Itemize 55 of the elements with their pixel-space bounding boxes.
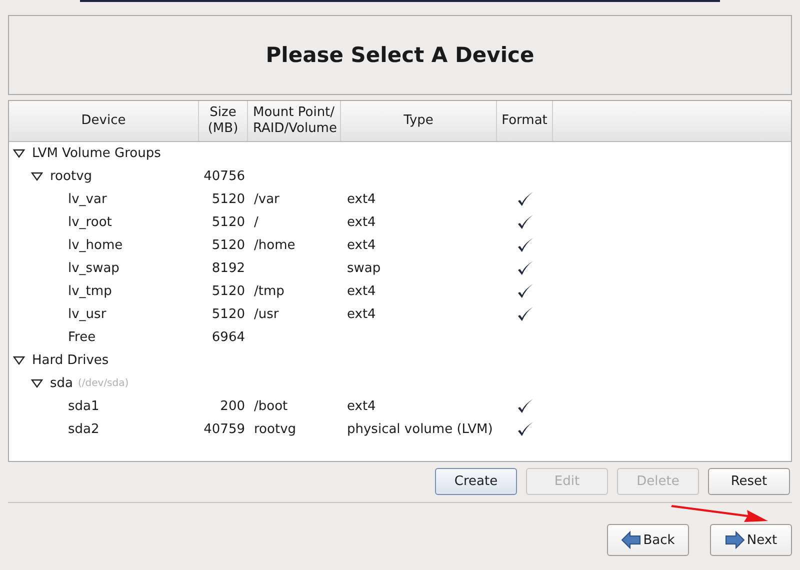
table-cell: 8192	[212, 261, 245, 276]
table-cell: 5120	[212, 307, 245, 322]
column-header[interactable]: Mount Point/ RAID/Volume	[248, 101, 341, 141]
table-cell: /home	[254, 238, 296, 253]
device-name: sda2	[68, 422, 100, 437]
device-name: lv_usr	[68, 307, 106, 322]
action-button[interactable]: Reset	[708, 468, 790, 495]
device-name: lv_swap	[68, 261, 120, 276]
table-cell: swap	[347, 261, 381, 276]
table-cell: ext4	[347, 215, 376, 230]
device-name: Free	[68, 330, 96, 345]
table-cell: /var	[254, 192, 280, 207]
table-cell: 5120	[212, 215, 245, 230]
expander-icon[interactable]	[31, 378, 43, 388]
table-cell: 5120	[212, 284, 245, 299]
column-header[interactable]: Device	[9, 101, 199, 141]
table-cell: ext4	[347, 192, 376, 207]
device-name: lv_home	[68, 238, 123, 253]
device-path: (/dev/sda)	[78, 378, 129, 389]
right-arrow-icon	[724, 531, 745, 549]
table-cell: /tmp	[254, 284, 284, 299]
device-name: lv_var	[68, 192, 107, 207]
table-cell: 5120	[212, 192, 245, 207]
expander-icon[interactable]	[13, 148, 25, 158]
table-cell: ext4	[347, 284, 376, 299]
table-cell: 200	[220, 399, 245, 414]
device-name: sda1	[68, 399, 100, 414]
table-cell: /boot	[254, 399, 288, 414]
table-cell: ext4	[347, 307, 376, 322]
device-name: rootvg	[50, 169, 92, 184]
table-cell: 6964	[212, 330, 245, 345]
page-title: Please Select A Device	[266, 43, 534, 67]
device-name: LVM Volume Groups	[32, 146, 161, 161]
expander-icon[interactable]	[13, 356, 25, 366]
table-cell: 40759	[204, 422, 245, 437]
column-header[interactable]: Format	[497, 101, 553, 141]
table-cell: /	[254, 215, 258, 230]
action-button[interactable]: Create	[435, 468, 517, 495]
device-name: lv_tmp	[68, 284, 112, 299]
back-button[interactable]: Back	[607, 524, 689, 556]
table-cell: ext4	[347, 399, 376, 414]
expander-icon[interactable]	[31, 172, 43, 182]
table-cell: physical volume (LVM)	[347, 422, 493, 437]
left-arrow-icon	[621, 531, 642, 549]
table-cell: ext4	[347, 238, 376, 253]
table-cell: /usr	[254, 307, 279, 322]
device-name: sda	[50, 376, 73, 391]
table-cell: 5120	[212, 238, 245, 253]
table-cell: 40756	[204, 169, 245, 184]
device-name: lv_root	[68, 215, 112, 230]
next-button[interactable]: Next	[710, 524, 792, 556]
device-name: Hard Drives	[32, 353, 109, 368]
column-header[interactable]: Type	[341, 101, 497, 141]
column-header[interactable]: Size (MB)	[199, 101, 248, 141]
table-cell: rootvg	[254, 422, 296, 437]
